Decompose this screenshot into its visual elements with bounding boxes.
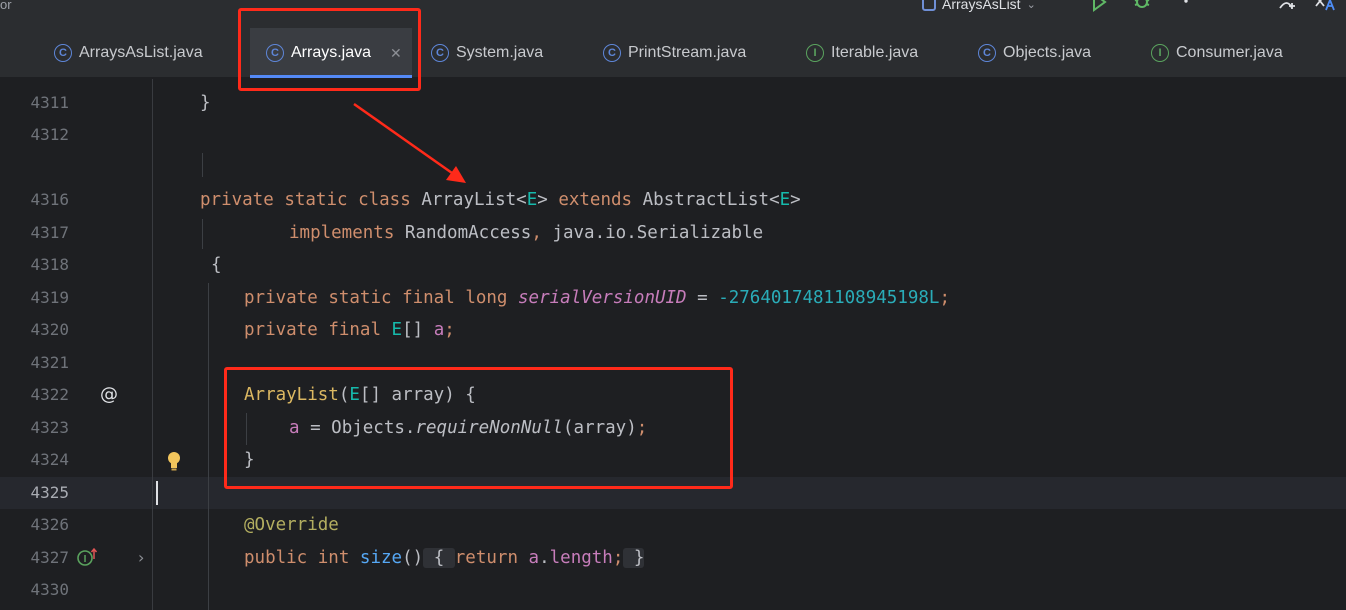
annotation-arrow (353, 102, 466, 183)
